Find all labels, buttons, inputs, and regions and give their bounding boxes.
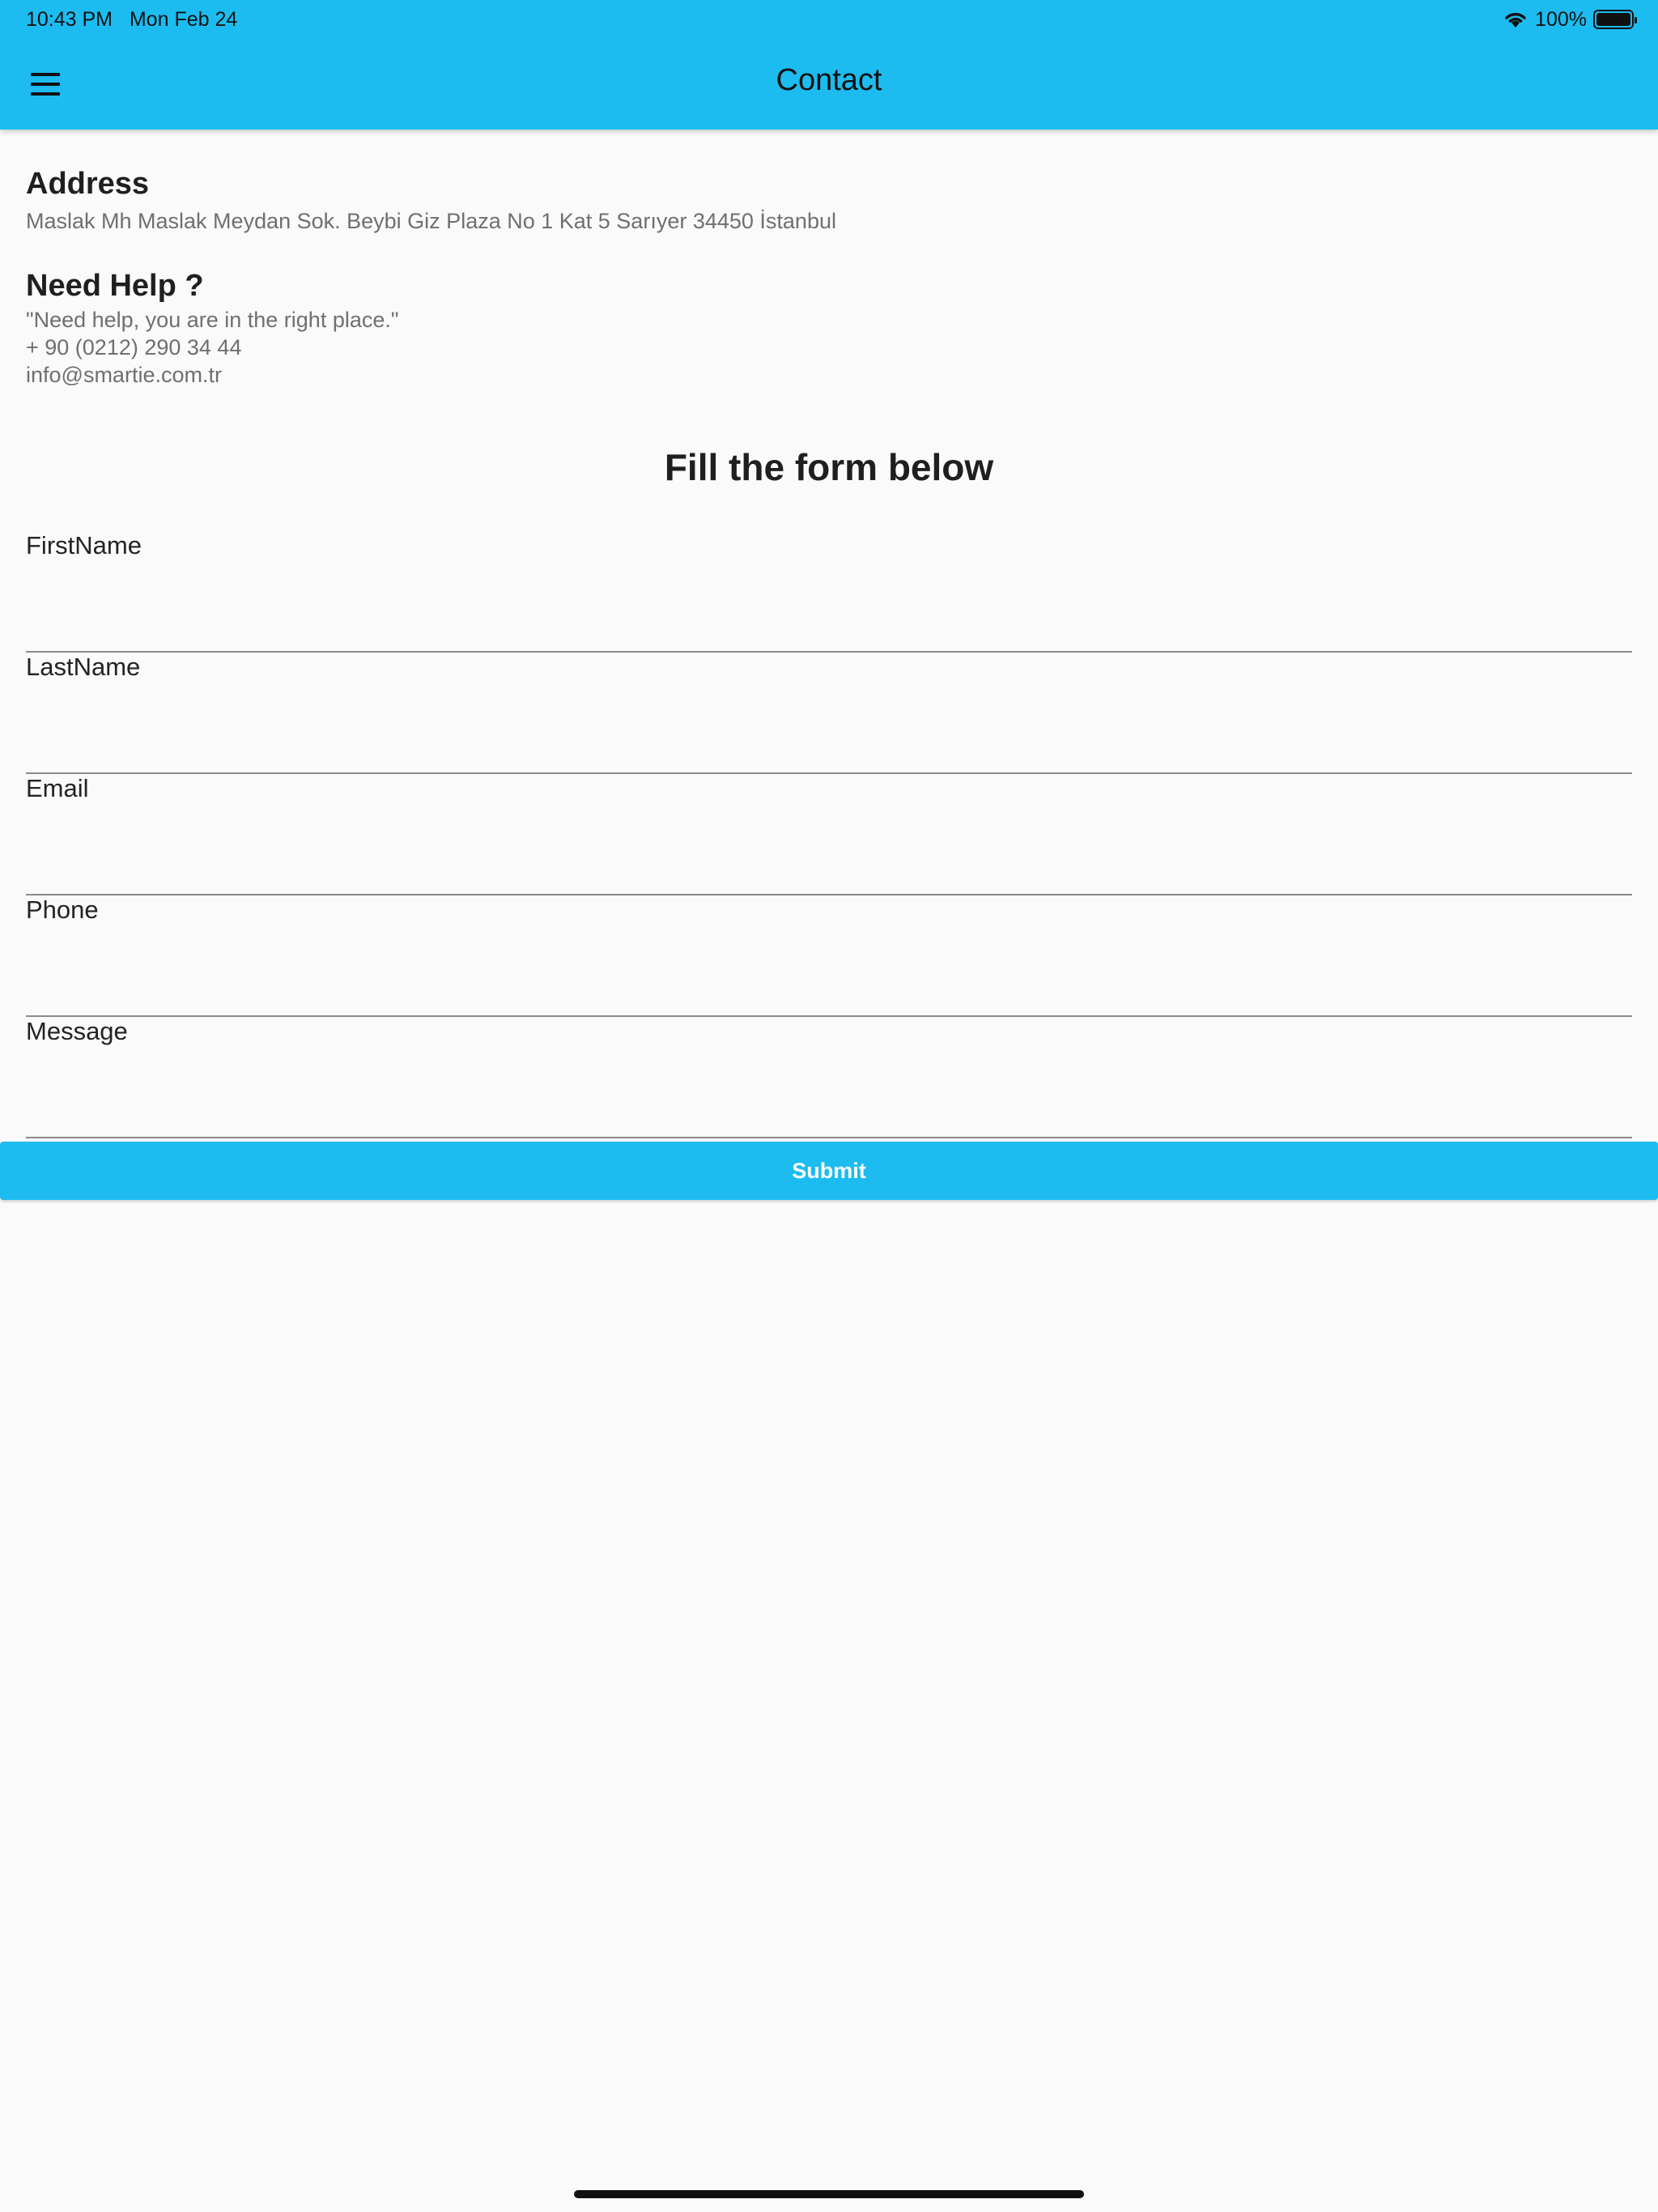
- help-email: info@smartie.com.tr: [26, 363, 222, 387]
- address-heading: Address: [26, 167, 150, 201]
- form-title: Fill the form below: [664, 446, 994, 488]
- status-time: 10:43 PM: [26, 8, 113, 31]
- firstname-field: FirstName: [26, 531, 1632, 653]
- message-label: Message: [26, 1017, 128, 1045]
- phone-label: Phone: [26, 895, 99, 924]
- lastname-input[interactable]: [26, 717, 1632, 774]
- contact-page: 10:43 PM Mon Feb 24 100% Contact Address…: [0, 0, 1658, 2212]
- message-input[interactable]: [26, 1082, 1632, 1138]
- email-label: Email: [26, 774, 89, 802]
- email-field: Email: [26, 774, 1632, 895]
- battery-percentage: 100%: [1535, 7, 1587, 31]
- address-text: Maslak Mh Maslak Meydan Sok. Beybi Giz P…: [26, 209, 836, 233]
- home-indicator[interactable]: [574, 2190, 1084, 2198]
- status-time-date: 10:43 PM Mon Feb 24: [26, 8, 237, 32]
- page-title: Contact: [776, 63, 882, 97]
- lastname-label: LastName: [26, 653, 141, 681]
- firstname-label: FirstName: [26, 531, 142, 559]
- battery-icon: [1593, 10, 1637, 29]
- battery-level: [1596, 13, 1630, 26]
- phone-field: Phone: [26, 895, 1632, 1017]
- wifi-icon: [1505, 12, 1526, 28]
- message-field: Message: [26, 1017, 1632, 1138]
- phone-input[interactable]: [26, 960, 1632, 1017]
- status-date: Mon Feb 24: [129, 8, 238, 31]
- submit-button[interactable]: Submit: [0, 1142, 1658, 1200]
- help-phone: + 90 (0212) 290 34 44: [26, 335, 242, 359]
- status-indicators: 100%: [1503, 6, 1637, 32]
- help-heading: Need Help ?: [26, 269, 204, 303]
- firstname-input[interactable]: [26, 596, 1632, 653]
- email-input[interactable]: [26, 839, 1632, 895]
- lastname-field: LastName: [26, 653, 1632, 774]
- help-quote: "Need help, you are in the right place.": [26, 308, 399, 332]
- app-bar: 10:43 PM Mon Feb 24 100% Contact: [0, 0, 1658, 130]
